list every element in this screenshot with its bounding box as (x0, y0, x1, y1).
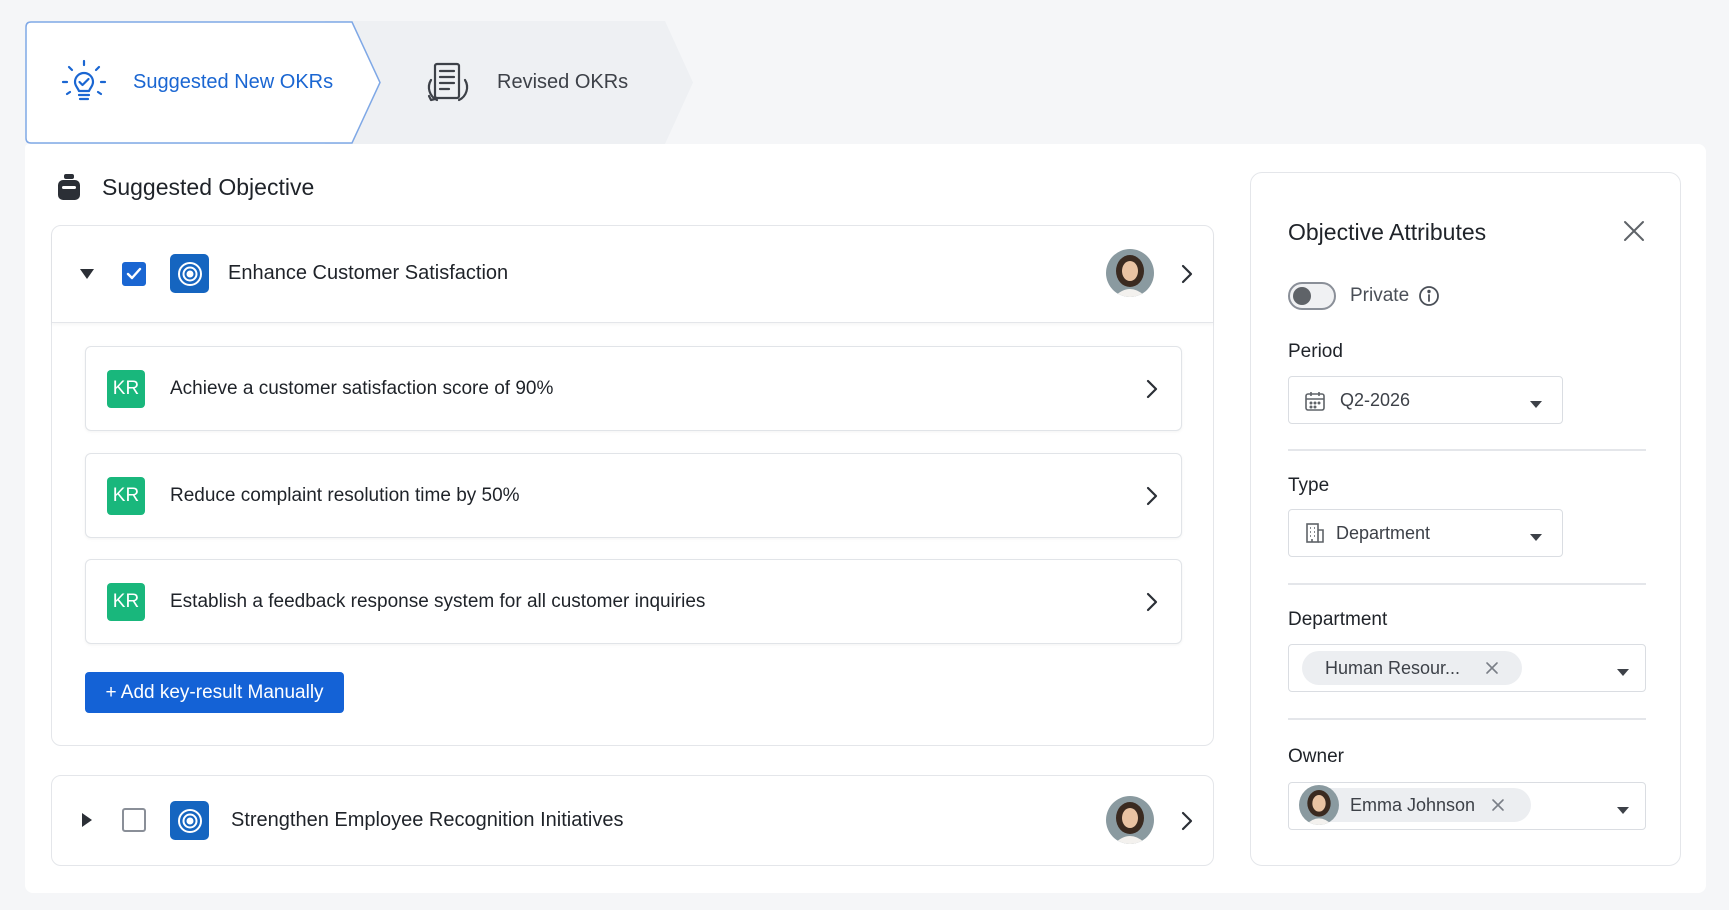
caret-right-icon[interactable] (77, 810, 97, 830)
type-label: Type (1288, 475, 1330, 496)
caret-down-icon[interactable] (77, 264, 97, 284)
kr-badge: KR (107, 369, 145, 408)
objective-card: Enhance Customer Satisfaction KR Achieve… (51, 225, 1214, 746)
tab-label: Suggested New OKRs (133, 71, 334, 93)
robot-icon (56, 172, 82, 202)
department-select[interactable]: Human Resour... (1288, 644, 1646, 692)
objective-checkbox[interactable] (122, 808, 146, 832)
key-result-item[interactable]: KR Reduce complaint resolution time by 5… (85, 453, 1182, 538)
kr-badge: KR (107, 582, 145, 621)
divider (1288, 449, 1646, 451)
department-value: Human Resour... (1325, 657, 1461, 678)
close-icon[interactable] (1491, 798, 1505, 812)
key-result-text: Achieve a customer satisfaction score of… (170, 377, 554, 399)
department-label: Department (1288, 609, 1388, 630)
close-icon[interactable] (1485, 661, 1499, 675)
avatar[interactable] (1106, 249, 1154, 297)
toggle-knob (1293, 287, 1311, 305)
department-chip: Human Resour... (1302, 651, 1522, 685)
chevron-down-icon (1616, 664, 1630, 676)
avatar[interactable] (1106, 796, 1154, 844)
chevron-down-icon (1529, 529, 1543, 541)
tab-revised-okrs[interactable]: Revised OKRs (421, 21, 628, 144)
chevron-right-icon[interactable] (1142, 590, 1162, 614)
check-icon (126, 267, 142, 280)
chevron-right-icon[interactable] (1142, 484, 1162, 508)
type-value: Department (1336, 522, 1431, 543)
type-select[interactable]: Department (1288, 509, 1563, 557)
target-icon (170, 801, 209, 840)
chevron-right-icon[interactable] (1142, 377, 1162, 401)
divider (1288, 718, 1646, 720)
kr-badge: KR (107, 476, 145, 515)
chevron-down-icon (1529, 396, 1543, 408)
target-icon (170, 254, 209, 293)
private-label: Private (1350, 285, 1410, 306)
calendar-icon (1304, 390, 1326, 412)
owner-select[interactable]: Emma Johnson (1288, 782, 1646, 830)
key-result-item[interactable]: KR Achieve a customer satisfaction score… (85, 346, 1182, 431)
lightbulb-icon (57, 56, 111, 110)
objective-title: Strengthen Employee Recognition Initiati… (231, 809, 624, 831)
period-select[interactable]: Q2-2026 (1288, 376, 1563, 424)
chevron-down-icon (1616, 802, 1630, 814)
period-label: Period (1288, 341, 1343, 362)
chevron-right-icon[interactable] (1177, 262, 1197, 286)
add-key-result-button[interactable]: + Add key-result Manually (85, 672, 344, 713)
avatar (1299, 785, 1339, 825)
section-title: Suggested Objective (102, 173, 315, 200)
objective-title: Enhance Customer Satisfaction (228, 262, 509, 284)
document-revise-icon (421, 56, 475, 110)
objective-attributes-panel: Objective Attributes Private Period Q2-2… (1250, 172, 1681, 866)
chevron-right-icon[interactable] (1177, 809, 1197, 833)
key-result-text: Establish a feedback response system for… (170, 590, 706, 612)
tab-label: Revised OKRs (497, 71, 629, 93)
key-result-item[interactable]: KR Establish a feedback response system … (85, 559, 1182, 644)
private-toggle[interactable] (1288, 282, 1336, 310)
close-icon[interactable] (1623, 220, 1645, 242)
objective-header[interactable]: Strengthen Employee Recognition Initiati… (52, 776, 1213, 865)
divider (1288, 583, 1646, 585)
tab-suggested-new-okrs[interactable]: Suggested New OKRs (57, 21, 333, 144)
building-icon (1304, 522, 1326, 544)
objective-checkbox[interactable] (122, 262, 146, 286)
owner-value: Emma Johnson (1350, 794, 1476, 815)
key-result-text: Reduce complaint resolution time by 50% (170, 484, 520, 506)
objective-header[interactable]: Enhance Customer Satisfaction (52, 226, 1213, 323)
info-icon[interactable] (1418, 285, 1440, 307)
owner-chip: Emma Johnson (1299, 785, 1531, 825)
owner-label: Owner (1288, 746, 1344, 767)
okr-page: Suggested New OKRs Revised OKRs Suggeste… (0, 0, 1729, 910)
attributes-title: Objective Attributes (1288, 219, 1487, 245)
section-header: Suggested Objective (56, 172, 314, 202)
tab-bar: Suggested New OKRs Revised OKRs (25, 21, 693, 144)
period-value: Q2-2026 (1340, 389, 1411, 410)
objective-card: Strengthen Employee Recognition Initiati… (51, 775, 1214, 866)
